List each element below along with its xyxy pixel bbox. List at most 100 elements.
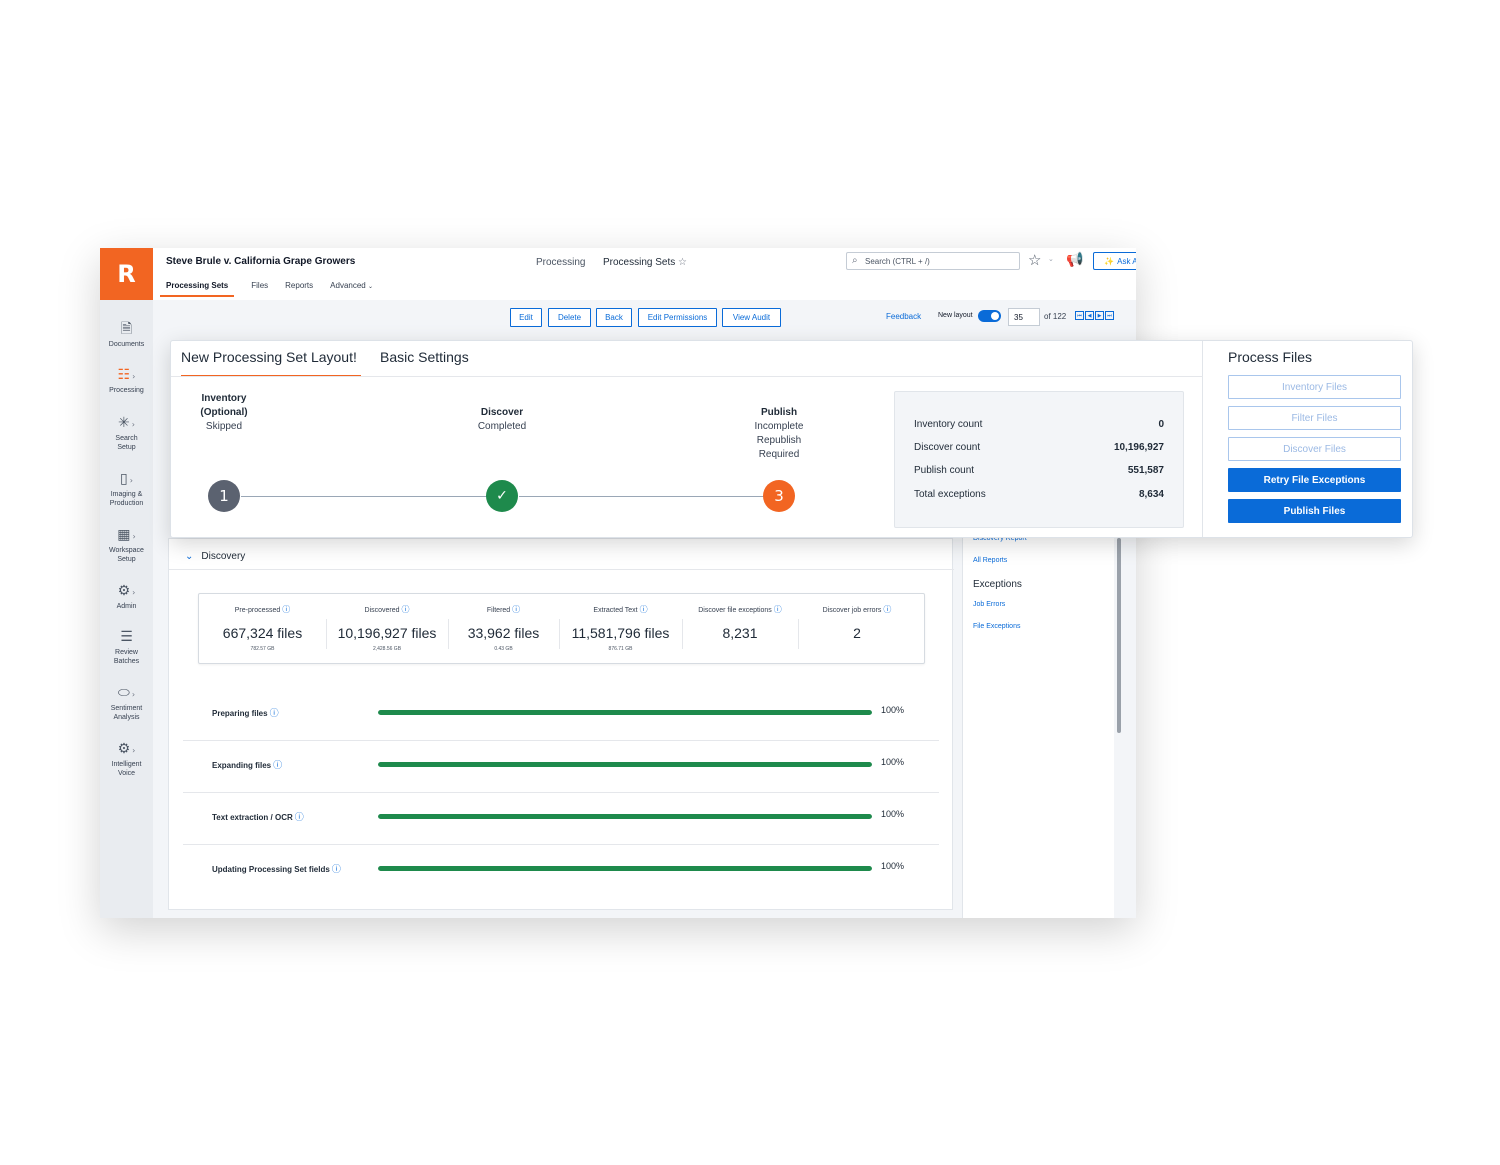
step-inventory: Inventory (Optional) Skipped [164,392,284,434]
count-value: 10,196,927 [1113,442,1164,453]
discover-files-button[interactable]: Discover Files [1228,437,1401,461]
sidebar-item-intelligent-voice[interactable]: ⚙ › Intelligent Voice [100,740,153,778]
view-audit-button[interactable]: View Audit [722,308,781,327]
progress-label: Updating Processing Set fields [212,865,330,874]
sidebar-item-search-setup[interactable]: ✳ › Search Setup [100,414,153,452]
help-icon[interactable]: ⓘ [295,813,304,823]
sidebar-item-documents[interactable]: 🗎 Documents [100,320,153,349]
help-icon[interactable]: ⓘ [512,605,520,614]
progress-fill [378,710,872,715]
step-3-circle[interactable]: 3 [763,480,795,512]
all-reports-link[interactable]: All Reports [973,557,1007,564]
help-icon[interactable]: ⓘ [640,605,648,614]
new-layout-toggle[interactable] [978,310,1001,322]
inventory-files-button[interactable]: Inventory Files [1228,375,1401,399]
filter-files-button[interactable]: Filter Files [1228,406,1401,430]
help-icon[interactable]: ⓘ [273,761,282,771]
help-icon[interactable]: ⓘ [282,605,290,614]
sidebar-item-label: Imaging & Production [109,491,144,507]
sidebar-item-review-batches[interactable]: ☰ Review Batches [100,628,153,666]
pager: ⏮ ◀ ▶ ⏭ [1075,311,1114,320]
sidebar-item-label: Documents [108,341,145,348]
stat-value[interactable]: 8,231 [682,625,798,641]
check-icon[interactable]: ✓ [486,480,518,512]
step-publish: Publish Incomplete Republish Required [719,406,839,462]
search-setup-icon: ✳ › [118,415,135,431]
search-icon: ⌕ [852,255,858,266]
publish-files-button[interactable]: Publish Files [1228,499,1401,523]
tab-basic-settings[interactable]: Basic Settings [380,349,469,365]
tab-new-processing-set-layout[interactable]: New Processing Set Layout! [181,349,361,377]
help-icon[interactable]: ⓘ [332,865,341,875]
sidebar-item-workspace-setup[interactable]: ▦ › Workspace Setup [100,526,153,564]
tab-files[interactable]: Files [251,281,268,297]
search-input[interactable]: ⌕ Search (CTRL + /) [846,252,1020,270]
case-title: Steve Brule v. California Grape Growers [166,256,356,267]
first-page-icon[interactable]: ⏮ [1075,311,1084,320]
exceptions-title: Exceptions [973,579,1022,590]
logo-letter: R [117,260,136,288]
stat-value: 10,196,927 files [337,625,437,641]
last-page-icon[interactable]: ⏭ [1105,311,1114,320]
tab-reports[interactable]: Reports [285,281,313,297]
divider [171,376,1203,377]
stat-title: Discovered [364,607,400,614]
step-status: Incomplete Republish Required [754,421,804,460]
progress-bar [378,710,872,715]
delete-button[interactable]: Delete [548,308,591,327]
logo[interactable]: R [100,248,153,300]
sidebar-item-label: Review Batches [113,649,140,665]
sidebar-item-sentiment[interactable]: ⬭ › Sentiment Analysis [100,684,153,722]
sidebar-item-processing[interactable]: ☷ › Processing [100,366,153,395]
discovery-header[interactable]: ⌄ Discovery [185,551,245,562]
help-icon[interactable]: ⓘ [401,605,409,614]
sidebar: R 🗎 Documents ☷ › Processing ✳ › Search Se… [100,248,153,918]
tab-advanced[interactable]: Advanced ⌄ [330,281,373,297]
chevron-right-icon: › [131,420,135,429]
chevron-right-icon: › [132,746,136,755]
sidebar-item-label: Processing [109,387,144,394]
help-icon[interactable]: ⓘ [883,605,891,614]
step-status: Skipped [205,421,243,432]
next-page-icon[interactable]: ▶ [1095,311,1104,320]
sparkle-icon: ✨ [1104,256,1115,266]
chevron-down-icon[interactable]: ⌄ [1048,255,1054,263]
step-discover: Discover Completed [442,406,562,434]
job-errors-link[interactable]: Job Errors [973,601,1005,608]
tab-processing-sets[interactable]: Processing Sets [160,281,235,297]
megaphone-icon[interactable]: 📢 [1066,252,1083,268]
sentiment-icon: ⬭ › [117,685,136,701]
star-icon[interactable]: ☆ [678,257,687,268]
file-exceptions-link[interactable]: File Exceptions [973,623,1020,630]
imaging-icon: ▯ › [120,471,133,487]
discovery-card: ⌄ Discovery Pre-processed ⓘ 667,324 file… [168,538,954,910]
sidebar-item-admin[interactable]: ⚙ › Admin [100,582,153,611]
retry-file-exceptions-button[interactable]: Retry File Exceptions [1228,468,1401,492]
stat-title: Discover file exceptions [698,607,772,614]
stat-value: 33,962 files [467,625,540,641]
help-icon[interactable]: ⓘ [270,709,279,719]
edit-permissions-button[interactable]: Edit Permissions [638,308,717,327]
step-1-circle[interactable]: 1 [208,480,240,512]
review-batches-icon: ☰ [120,629,133,645]
progress-label: Expanding files [212,761,272,770]
breadcrumb-processing[interactable]: Processing [536,257,585,268]
stat-value[interactable]: 2 [798,625,916,641]
edit-button[interactable]: Edit [510,308,542,327]
page-number-input[interactable]: 35 [1008,308,1040,326]
step-connector [241,496,487,497]
prev-page-icon[interactable]: ◀ [1085,311,1094,320]
stat-filtered: Filtered ⓘ 33,962 files 0.43 GB [448,594,559,665]
favorites-star-icon[interactable]: ☆ [1028,251,1041,269]
sidebar-item-imaging[interactable]: ▯ › Imaging & Production [100,470,153,508]
scrollbar[interactable] [1117,538,1121,733]
step-name: Discover [480,407,524,418]
feedback-link[interactable]: Feedback [886,312,921,321]
help-icon[interactable]: ⓘ [774,605,782,614]
stat-title: Extracted Text [593,607,638,614]
chevron-down-icon: ⌄ [367,283,374,290]
back-button[interactable]: Back [596,308,632,327]
ask-ai-button[interactable]: ✨ Ask AI [1093,252,1136,270]
progress-percent: 100% [881,861,905,871]
stat-discover-job-errors: Discover job errors ⓘ 2 [798,594,916,665]
